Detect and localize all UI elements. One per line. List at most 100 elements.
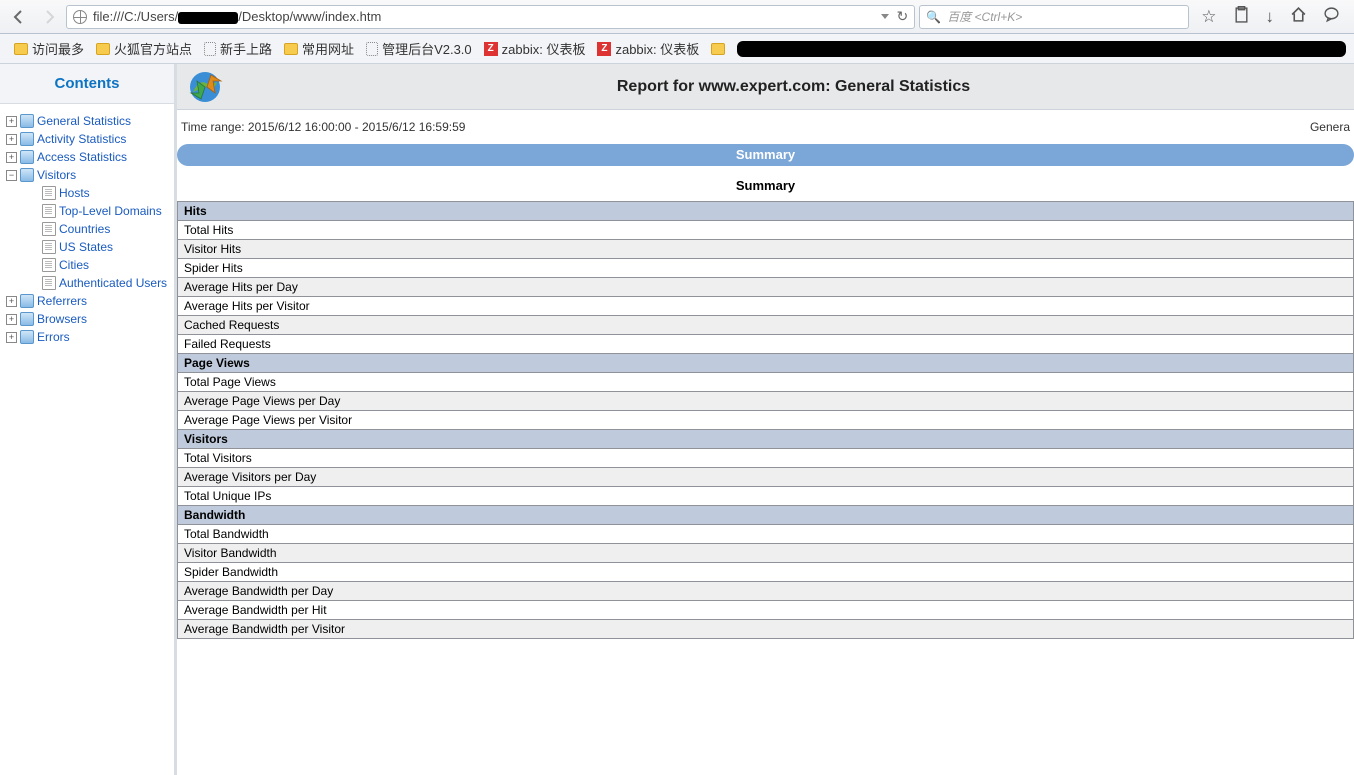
- collapse-icon[interactable]: −: [6, 170, 17, 181]
- doc-icon: [42, 258, 56, 272]
- table-row: Total Page Views: [178, 373, 1354, 392]
- metric-label: Spider Bandwidth: [178, 563, 1354, 582]
- folder-icon: [284, 43, 298, 55]
- table-row: Failed Requests: [178, 335, 1354, 354]
- metric-label: Spider Hits: [178, 259, 1354, 278]
- tree-item[interactable]: + Errors: [4, 328, 170, 346]
- bookmark-label: 新手上路: [220, 39, 272, 58]
- home-icon[interactable]: [1290, 6, 1307, 28]
- search-icon: 🔍: [926, 10, 941, 24]
- tree-link[interactable]: Top-Level Domains: [59, 204, 162, 218]
- tree-item[interactable]: + Access Statistics: [4, 148, 170, 166]
- group-header: Visitors: [178, 430, 1354, 449]
- expand-icon[interactable]: +: [6, 332, 17, 343]
- bookmark-item[interactable]: Zzabbix: 仪表板: [591, 37, 705, 60]
- search-box[interactable]: 🔍 百度 <Ctrl+K>: [919, 5, 1189, 29]
- expand-icon[interactable]: +: [6, 296, 17, 307]
- page-icon: [366, 42, 378, 56]
- folder-icon: [96, 43, 110, 55]
- address-bar[interactable]: file:///C:/Users//Desktop/www/index.htm …: [66, 5, 915, 29]
- expand-icon[interactable]: +: [6, 134, 17, 145]
- sidebar: Contents + General Statistics + Activity St…: [0, 64, 177, 775]
- zabbix-icon: Z: [597, 42, 611, 56]
- table-row: Average Visitors per Day: [178, 468, 1354, 487]
- tree-link[interactable]: US States: [59, 240, 113, 254]
- bookmark-label: zabbix: 仪表板: [502, 39, 586, 58]
- doc-icon: [42, 276, 56, 290]
- bookmark-item[interactable]: 访问最多: [8, 37, 90, 60]
- table-row: Average Page Views per Day: [178, 392, 1354, 411]
- table-row: Average Bandwidth per Day: [178, 582, 1354, 601]
- table-row: Total Hits: [178, 221, 1354, 240]
- group-header: Page Views: [178, 354, 1354, 373]
- bookmark-label: zabbix: 仪表板: [615, 39, 699, 58]
- tree-link[interactable]: General Statistics: [37, 114, 131, 128]
- bookmark-item[interactable]: 新手上路: [198, 37, 278, 60]
- table-row: Total Visitors: [178, 449, 1354, 468]
- tree-link[interactable]: Visitors: [37, 168, 76, 182]
- tree-link[interactable]: Activity Statistics: [37, 132, 126, 146]
- download-icon[interactable]: ↓: [1266, 7, 1275, 27]
- metric-label: Failed Requests: [178, 335, 1354, 354]
- zabbix-icon: Z: [484, 42, 498, 56]
- metric-label: Visitor Hits: [178, 240, 1354, 259]
- group-icon: [20, 114, 34, 128]
- metric-label: Total Visitors: [178, 449, 1354, 468]
- time-range-row: Time range: 2015/6/12 16:00:00 - 2015/6/…: [177, 110, 1354, 144]
- tree-item[interactable]: + General Statistics: [4, 112, 170, 130]
- tree-link[interactable]: Countries: [59, 222, 110, 236]
- table-header-row: Bandwidth: [178, 506, 1354, 525]
- tree-item[interactable]: Authenticated Users: [26, 274, 170, 292]
- reload-icon[interactable]: ↻: [897, 8, 909, 25]
- table-row: Average Bandwidth per Visitor: [178, 620, 1354, 639]
- tree-link[interactable]: Referrers: [37, 294, 87, 308]
- tree-item[interactable]: Hosts: [26, 184, 170, 202]
- doc-icon: [42, 240, 56, 254]
- bookmark-label: 火狐官方站点: [114, 39, 192, 58]
- tree-item[interactable]: + Referrers: [4, 292, 170, 310]
- group-icon: [20, 312, 34, 326]
- toolbar-icons: ☆ ↓: [1193, 6, 1348, 28]
- chat-icon[interactable]: [1323, 6, 1340, 28]
- metric-label: Total Bandwidth: [178, 525, 1354, 544]
- tree-link[interactable]: Browsers: [37, 312, 87, 326]
- tree-item[interactable]: − Visitors: [4, 166, 170, 184]
- metric-label: Average Page Views per Day: [178, 392, 1354, 411]
- bookmark-item[interactable]: 管理后台V2.3.0: [360, 37, 478, 60]
- expand-icon[interactable]: +: [6, 314, 17, 325]
- sidebar-title: Contents: [0, 64, 174, 104]
- tree-link[interactable]: Authenticated Users: [59, 276, 167, 290]
- group-icon: [20, 168, 34, 182]
- history-dropdown-icon[interactable]: [881, 14, 889, 19]
- metric-label: Total Hits: [178, 221, 1354, 240]
- table-row: Spider Bandwidth: [178, 563, 1354, 582]
- bookmark-item[interactable]: 常用网址: [278, 37, 360, 60]
- clipboard-icon[interactable]: [1233, 6, 1250, 28]
- tree-link[interactable]: Hosts: [59, 186, 90, 200]
- back-button[interactable]: [6, 4, 32, 30]
- tree-item[interactable]: Countries: [26, 220, 170, 238]
- bookmark-label: 常用网址: [302, 39, 354, 58]
- table-row: Visitor Bandwidth: [178, 544, 1354, 563]
- doc-icon: [42, 204, 56, 218]
- folder-icon: [711, 43, 725, 55]
- tree-link[interactable]: Cities: [59, 258, 89, 272]
- tree-item[interactable]: + Browsers: [4, 310, 170, 328]
- tree-item[interactable]: US States: [26, 238, 170, 256]
- bookmark-item[interactable]: 火狐官方站点: [90, 37, 198, 60]
- star-icon[interactable]: ☆: [1201, 7, 1216, 27]
- tree-link[interactable]: Errors: [37, 330, 70, 344]
- tree-item[interactable]: Top-Level Domains: [26, 202, 170, 220]
- tree-item[interactable]: Cities: [26, 256, 170, 274]
- bookmark-item[interactable]: Zzabbix: 仪表板: [478, 37, 592, 60]
- redacted-area: [737, 41, 1346, 57]
- expand-icon[interactable]: +: [6, 152, 17, 163]
- tree-link[interactable]: Access Statistics: [37, 150, 127, 164]
- forward-button[interactable]: [36, 4, 62, 30]
- expand-icon[interactable]: +: [6, 116, 17, 127]
- tree-item[interactable]: + Activity Statistics: [4, 130, 170, 148]
- globe-icon: [73, 10, 87, 24]
- table-row: Average Page Views per Visitor: [178, 411, 1354, 430]
- metric-label: Cached Requests: [178, 316, 1354, 335]
- metric-label: Total Page Views: [178, 373, 1354, 392]
